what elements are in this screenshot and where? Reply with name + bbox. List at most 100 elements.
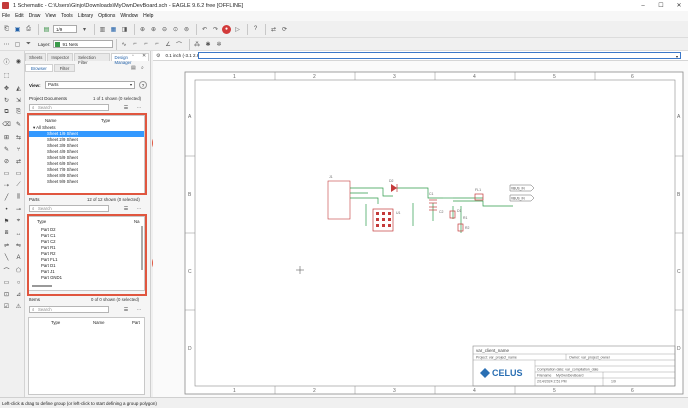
zoom-in-icon[interactable]: ⊕ xyxy=(149,25,158,34)
wire-icon[interactable]: ╲ xyxy=(2,253,11,262)
dimension-icon[interactable]: ↔ xyxy=(14,229,23,238)
sheet-selector[interactable]: 1/9 xyxy=(53,25,77,33)
polygon-icon[interactable]: ⬠ xyxy=(14,266,23,275)
menu-tools[interactable]: Tools xyxy=(61,13,73,19)
design-link-icon[interactable]: ⇄ xyxy=(269,25,278,34)
items-search[interactable]: ⌕ Search xyxy=(29,306,109,313)
menu-file[interactable]: File xyxy=(2,13,10,19)
ulp-icon[interactable]: ◨ xyxy=(120,25,129,34)
warning-icon[interactable]: ⚠ xyxy=(14,302,23,311)
arc-icon[interactable]: ⌒ xyxy=(2,266,11,275)
layer-selector[interactable]: 91 Nets xyxy=(52,40,113,48)
wire-style-3-icon[interactable]: ⌐ xyxy=(153,40,162,49)
view-help-button[interactable]: ? xyxy=(139,81,147,89)
redo-icon[interactable]: ↷ xyxy=(211,25,220,34)
more-options-icon[interactable]: ⋯ xyxy=(135,104,143,111)
name-icon[interactable]: ▭ xyxy=(2,169,11,178)
panel-layout-icon[interactable]: ▤ xyxy=(131,65,136,71)
fusion-sync-icon[interactable]: ⟳ xyxy=(280,25,289,34)
align-icon[interactable]: ⇲ xyxy=(14,96,23,105)
tab-sheets[interactable]: Sheets xyxy=(25,53,47,61)
sheet-add-icon[interactable]: ⁂ xyxy=(193,40,202,49)
move-icon[interactable]: ✥ xyxy=(2,84,11,93)
pin-swap-icon[interactable]: ⇌ xyxy=(2,241,11,250)
measure-icon[interactable]: ⊿ xyxy=(14,290,23,299)
filter-list-icon[interactable]: ☰ xyxy=(122,104,130,111)
zoom-out-icon[interactable]: ⊖ xyxy=(160,25,169,34)
eye-icon[interactable]: ◉ xyxy=(14,57,23,66)
menu-library[interactable]: Library xyxy=(78,13,93,19)
invoke-icon[interactable]: ⌖ xyxy=(14,217,23,226)
more-options-icon[interactable]: ⋯ xyxy=(135,205,143,212)
gate-icon[interactable]: ⇄ xyxy=(14,157,23,166)
menu-window[interactable]: Window xyxy=(120,13,138,19)
menu-options[interactable]: Options xyxy=(98,13,115,19)
help-icon[interactable]: ? xyxy=(251,25,260,34)
circle-icon[interactable]: ○ xyxy=(14,278,23,287)
delete-icon[interactable]: ⌫ xyxy=(2,120,11,129)
cam-icon[interactable]: ▤ xyxy=(42,25,51,34)
zoom-redraw-icon[interactable]: ⊙ xyxy=(171,25,180,34)
column-name[interactable]: Name xyxy=(93,320,104,325)
panel-restore-icon[interactable]: ▫ xyxy=(132,53,134,59)
copy-icon[interactable]: ⧉ xyxy=(2,108,11,117)
erc-icon[interactable]: ⚑ xyxy=(2,217,11,226)
sheet-dropdown-icon[interactable]: ▾ xyxy=(80,25,89,34)
select-icon[interactable]: ▢ xyxy=(13,40,22,49)
sheet-options-icon[interactable]: ✲ xyxy=(215,40,224,49)
filter-list-icon[interactable]: ☰ xyxy=(122,205,130,212)
panel-search-icon[interactable]: ⌕ xyxy=(141,65,144,71)
view-selector[interactable]: Parts ▾ xyxy=(45,81,135,89)
tab-inspector[interactable]: Inspector xyxy=(47,53,74,61)
menu-draw[interactable]: Draw xyxy=(29,13,41,19)
subtab-browser[interactable]: Browser xyxy=(25,64,53,72)
zoom-area-icon[interactable]: ⊚ xyxy=(182,25,191,34)
gate-swap-icon[interactable]: ⇋ xyxy=(14,241,23,250)
junction-icon[interactable]: • xyxy=(2,205,11,214)
miter-icon[interactable]: ⟋ xyxy=(14,181,23,190)
menu-view[interactable]: View xyxy=(45,13,56,19)
schematic-canvas[interactable]: 1 2 3 4 5 6 1 2 3 4 5 6 A B C D A B C D … xyxy=(153,61,688,397)
wire-style-4-icon[interactable]: ∠ xyxy=(164,40,173,49)
wire-bend-icon[interactable]: ∿ xyxy=(120,40,129,49)
rotate-icon[interactable]: ↻ xyxy=(2,96,11,105)
filter-list-icon[interactable]: ☰ xyxy=(122,306,130,313)
edit-icon[interactable]: ✎ xyxy=(2,145,11,154)
tab-selection-filter[interactable]: Selection Filter xyxy=(74,53,110,65)
add-part-icon[interactable]: ⊞ xyxy=(2,133,11,142)
zoom-fit-icon[interactable]: ⊕ xyxy=(138,25,147,34)
settings-gear-icon[interactable]: ⚙ xyxy=(156,53,160,59)
erc-check-icon[interactable]: ☑ xyxy=(2,302,11,311)
minimize-button[interactable]: – xyxy=(634,0,652,11)
schematic-editor[interactable]: ⚙ 0.1 inch (-3.1 2.6) ▾ 1 2 3 4 5 6 1 2 … xyxy=(153,51,688,397)
grid-icon[interactable]: ⋯ xyxy=(2,40,11,49)
net-icon[interactable]: ╱ xyxy=(2,193,11,202)
wrench-icon[interactable]: ✎ xyxy=(14,120,23,129)
bus-icon[interactable]: ⫼ xyxy=(14,193,23,202)
script-icon[interactable]: ▥ xyxy=(98,25,107,34)
smash-icon[interactable]: ⇢ xyxy=(2,181,11,190)
parts-search[interactable]: ⌕ Search xyxy=(29,205,109,212)
slice-icon[interactable]: ⊘ xyxy=(2,157,11,166)
split-icon[interactable]: ⑂ xyxy=(14,145,23,154)
rect-icon[interactable]: ▭ xyxy=(2,278,11,287)
go-icon[interactable]: ▷ xyxy=(233,25,242,34)
wire-style-2-icon[interactable]: ⌐ xyxy=(142,40,151,49)
menu-edit[interactable]: Edit xyxy=(15,13,24,19)
label-icon[interactable]: ⊸ xyxy=(14,205,23,214)
text-icon[interactable]: A xyxy=(14,253,23,262)
frame-icon[interactable]: ⊡ xyxy=(2,290,11,299)
filter-icon[interactable]: ⏷ xyxy=(24,40,33,49)
subtab-filter[interactable]: Filter xyxy=(53,64,76,72)
maximize-button[interactable]: ☐ xyxy=(652,0,670,11)
mirror-icon[interactable]: ◭ xyxy=(14,84,23,93)
select-group-icon[interactable]: ⬚ xyxy=(2,71,11,80)
sheet-remove-icon[interactable]: ✱ xyxy=(204,40,213,49)
print-icon[interactable]: ⎙ xyxy=(24,25,33,34)
menu-help[interactable]: Help xyxy=(143,13,153,19)
replace-icon[interactable]: ⇆ xyxy=(14,133,23,142)
paste-icon[interactable]: ⎘ xyxy=(14,108,23,117)
undo-icon[interactable]: ↶ xyxy=(200,25,209,34)
attribute-icon[interactable]: ⧈ xyxy=(2,229,11,238)
more-options-icon[interactable]: ⋯ xyxy=(135,306,143,313)
